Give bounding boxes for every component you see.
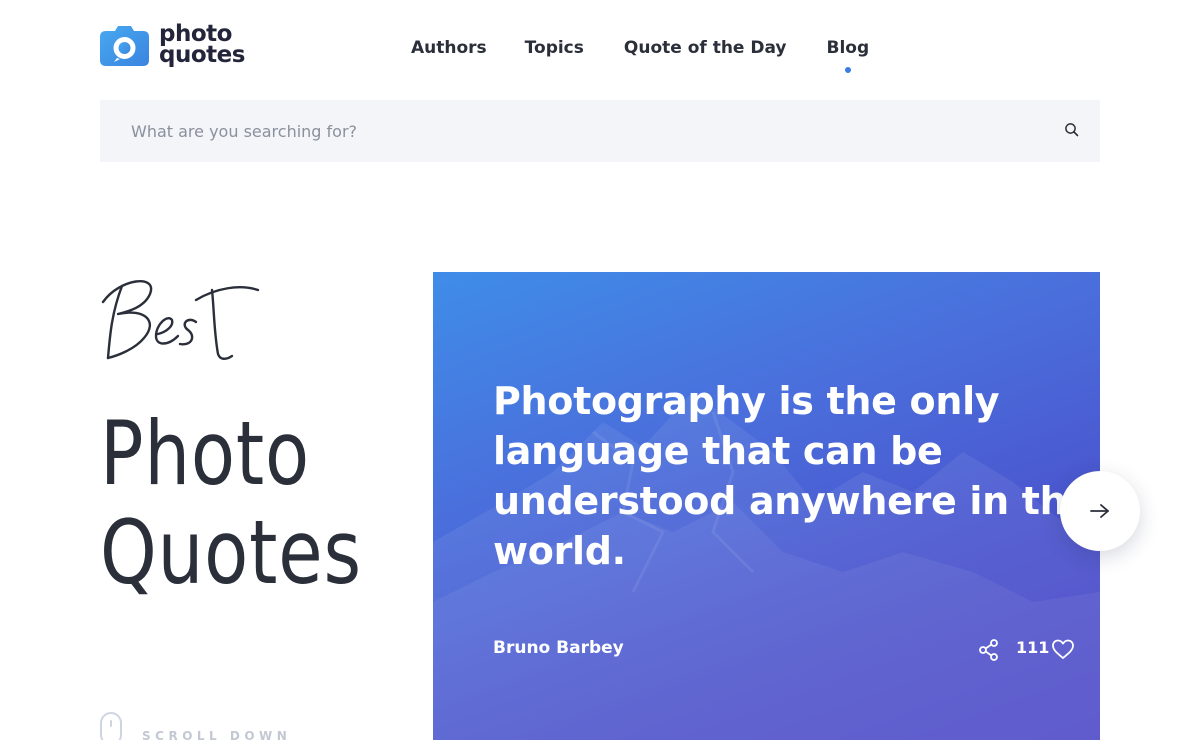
quote-text: Photography is the only language that ca… <box>493 379 1092 573</box>
nav-quote-of-the-day[interactable]: Quote of the Day <box>624 38 787 58</box>
nav-blog-label: Blog <box>826 38 870 58</box>
featured-quote-card[interactable]: Photography is the only language that ca… <box>433 272 1100 740</box>
logo-wordmark: photo quotes <box>159 23 245 68</box>
active-indicator-dot <box>844 67 851 73</box>
heart-icon[interactable] <box>1051 638 1075 660</box>
scroll-down-indicator[interactable]: SCROLL DOWN <box>100 712 291 740</box>
search-bar <box>100 100 1100 162</box>
scroll-down-label: SCROLL DOWN <box>142 729 292 740</box>
hero-title-line-2: Quotes <box>100 501 362 604</box>
search-icon[interactable] <box>1064 122 1080 138</box>
quote-author[interactable]: Bruno Barbey <box>493 638 624 658</box>
share-icon[interactable] <box>978 638 1000 662</box>
arrow-right-icon <box>1090 504 1109 518</box>
nav-authors[interactable]: Authors <box>411 38 487 58</box>
carousel-next-button[interactable] <box>1060 471 1140 551</box>
mouse-icon <box>100 712 122 740</box>
main-nav: Authors Topics Quote of the Day Blog <box>411 38 870 73</box>
nav-topics[interactable]: Topics <box>525 38 584 58</box>
best-script-heading <box>101 280 260 360</box>
logo-line-2: quotes <box>159 42 245 68</box>
logo[interactable]: photo quotes <box>100 23 245 68</box>
search-input[interactable] <box>100 100 1040 162</box>
camera-logo-icon <box>100 25 149 66</box>
nav-blog[interactable]: Blog <box>826 38 870 73</box>
hero-title: Photo Quotes <box>100 404 362 602</box>
like-count: 111 <box>1016 638 1050 657</box>
hero-title-line-1: Photo <box>100 402 310 505</box>
